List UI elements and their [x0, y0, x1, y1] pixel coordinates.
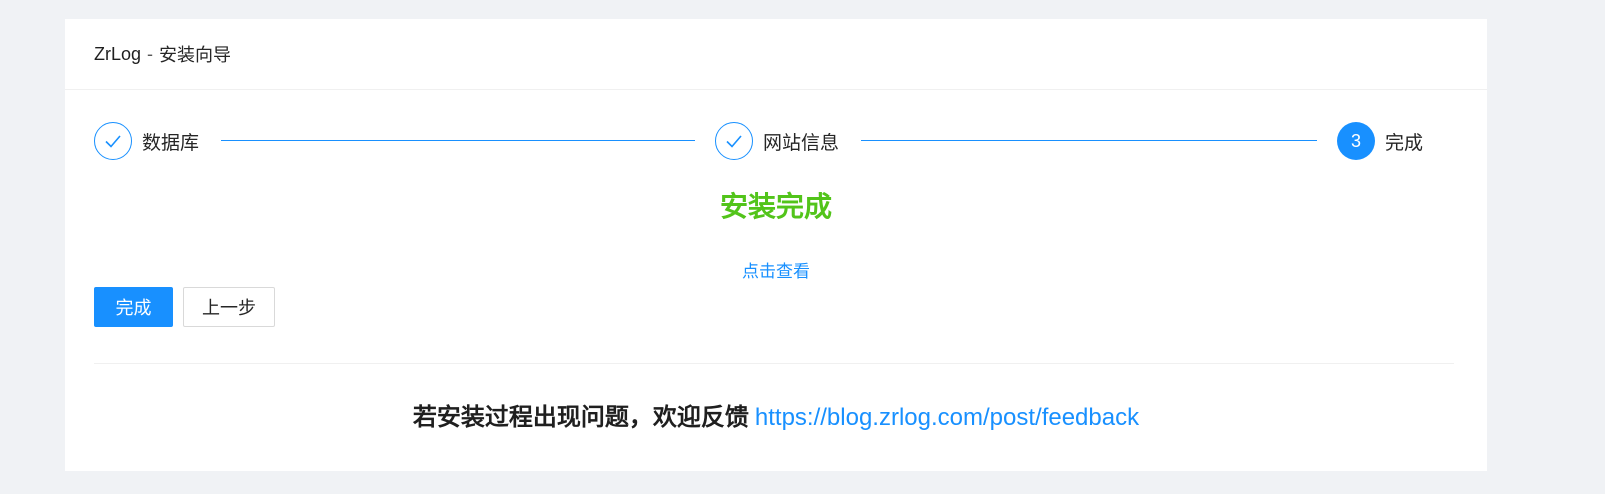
step-database: 数据库	[94, 120, 199, 162]
step-number: 3	[1337, 122, 1375, 160]
divider	[94, 363, 1454, 364]
step-connector	[861, 140, 1317, 141]
previous-step-button[interactable]: 上一步	[183, 287, 275, 327]
result-title: 安装完成	[719, 191, 832, 222]
page-title: 安装向导	[159, 45, 232, 65]
step-site-info: 网站信息	[715, 120, 839, 162]
view-site-link[interactable]: 点击查看	[65, 257, 1487, 282]
check-icon	[715, 122, 753, 160]
install-wizard-card: ZrLog - 安装向导 数据库 网站信息 3 完成 安装完成 点击查看 完成 …	[65, 19, 1487, 471]
check-icon	[94, 122, 132, 160]
step-connector	[221, 140, 695, 141]
step-title: 完成	[1385, 132, 1424, 154]
step-title: 网站信息	[763, 132, 840, 154]
wizard-actions: 完成 上一步	[94, 287, 275, 327]
step-title: 数据库	[142, 132, 200, 154]
finish-button[interactable]: 完成	[94, 287, 173, 327]
title-separator: -	[147, 43, 154, 64]
card-header: ZrLog - 安装向导	[65, 19, 1487, 90]
step-complete: 3 完成	[1337, 120, 1423, 162]
steps-bar: 数据库 网站信息 3 完成	[94, 120, 1454, 162]
brand-name: ZrLog	[94, 43, 142, 64]
feedback-text: 若安装过程出现问题，欢迎反馈	[412, 404, 749, 431]
feedback-message: 若安装过程出现问题，欢迎反馈 https://blog.zrlog.com/pos…	[65, 397, 1487, 432]
feedback-link[interactable]: https://blog.zrlog.com/post/feedback	[755, 404, 1139, 431]
